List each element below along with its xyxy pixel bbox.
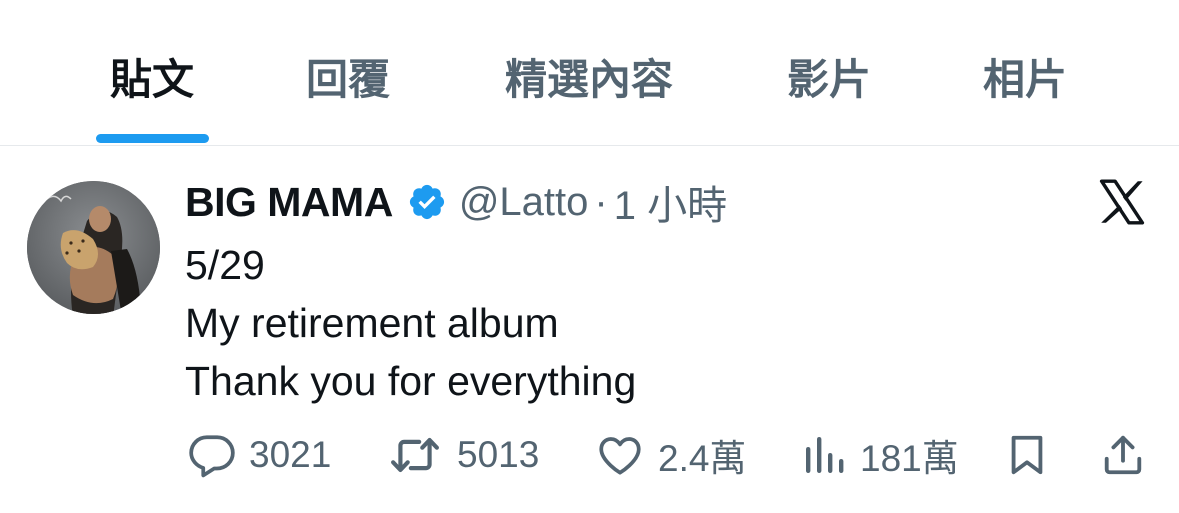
views-bar-icon (806, 437, 844, 473)
timestamp[interactable]: 1 小時 (614, 173, 727, 231)
display-name[interactable]: BIG MAMA (185, 179, 393, 226)
x-logo-icon[interactable] (1096, 176, 1148, 228)
reply-count: 3021 (249, 434, 332, 475)
avatar-photo (27, 181, 160, 314)
share-button[interactable] (1100, 425, 1146, 485)
user-handle[interactable]: @Latto (459, 180, 589, 225)
tweet-line: 5/29 (185, 242, 265, 288)
reply-icon (189, 435, 235, 478)
tweet-line: My retirement album (185, 300, 559, 346)
tab-posts[interactable]: 貼文 (106, 50, 198, 110)
profile-tab-bar: 貼文 回覆 精選內容 影片 相片 (0, 0, 1179, 146)
share-icon (1104, 435, 1142, 475)
repost-icon (391, 437, 439, 473)
bookmark-button[interactable] (1004, 425, 1050, 485)
avatar[interactable] (27, 181, 160, 314)
tweet-actions: 3021 5013 2.4萬 181萬 (0, 425, 1179, 485)
tweet-header: BIG MAMA @Latto · 1 小時 (185, 178, 727, 229)
active-tab-indicator (96, 134, 209, 143)
reply-button[interactable]: 3021 (187, 425, 331, 485)
tab-replies[interactable]: 回覆 (304, 50, 392, 110)
tweet-text: 5/29 My retirement album Thank you for e… (185, 236, 636, 410)
repost-count: 5013 (457, 434, 540, 475)
like-count: 2.4萬 (658, 438, 747, 479)
verified-badge-icon (409, 184, 444, 220)
separator-dot: · (594, 179, 608, 224)
tab-highlights[interactable]: 精選內容 (498, 50, 680, 110)
tab-videos[interactable]: 影片 (785, 50, 873, 110)
heart-icon (599, 437, 641, 475)
repost-button[interactable]: 5013 (385, 425, 539, 485)
like-button[interactable]: 2.4萬 (594, 425, 746, 485)
views-button[interactable]: 181萬 (800, 425, 959, 485)
tab-photos[interactable]: 相片 (981, 50, 1069, 110)
tweet-line: Thank you for everything (185, 358, 637, 404)
bookmark-icon (1011, 435, 1043, 475)
views-count: 181萬 (860, 438, 959, 479)
